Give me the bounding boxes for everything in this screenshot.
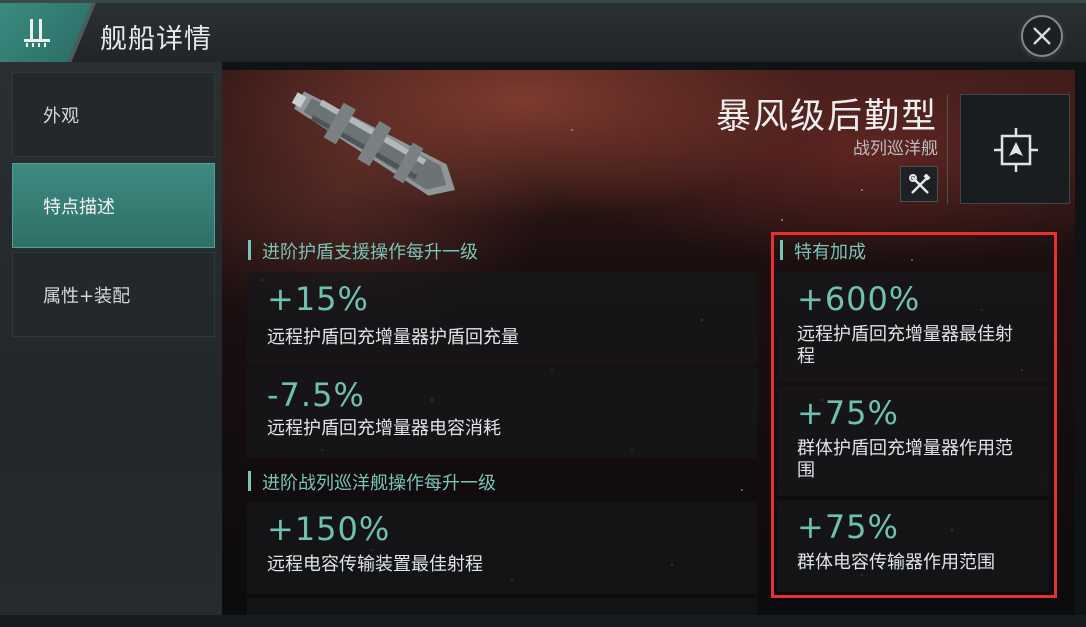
sidebar-item-label: 特点描述 xyxy=(43,196,115,218)
tools-icon xyxy=(909,174,931,194)
sidebar-item-traits[interactable]: 特点描述 xyxy=(12,163,215,248)
ship-logo-icon xyxy=(24,19,50,47)
ship-image xyxy=(291,91,455,196)
bonus-value: -7.5% xyxy=(267,376,365,414)
section-title: 进阶战列巡洋舰操作每升一级 xyxy=(248,469,496,495)
target-button[interactable] xyxy=(960,94,1070,204)
bonus-row-partial xyxy=(247,598,757,615)
bonus-desc: 远程电容传输装置最佳射程 xyxy=(267,554,483,575)
bonus-row: +15% 远程护盾回充增量器护盾回充量 xyxy=(247,272,757,365)
bonus-value: +150% xyxy=(267,510,391,548)
bonus-row: +150% 远程电容传输装置最佳射程 xyxy=(247,502,757,594)
role-bonus-highlight xyxy=(771,232,1057,598)
sidebar: 外观 特点描述 属性+装配 xyxy=(0,62,222,627)
close-icon xyxy=(1033,27,1051,45)
target-icon xyxy=(994,128,1038,172)
bonus-row: -7.5% 远程护盾回充增量器电容消耗 xyxy=(247,368,757,458)
page-title: 舰船详情 xyxy=(100,24,212,55)
close-button[interactable] xyxy=(1021,15,1063,57)
sidebar-item-attributes-fitting[interactable]: 属性+装配 xyxy=(12,252,215,337)
fitting-tools-button[interactable] xyxy=(900,166,938,202)
sidebar-item-label: 外观 xyxy=(43,105,79,127)
bonus-value: +15% xyxy=(267,280,369,318)
window-header: 舰船详情 xyxy=(0,0,1086,65)
ship-name: 暴风级后勤型 xyxy=(715,97,938,137)
sidebar-item-label: 属性+装配 xyxy=(43,285,131,307)
sidebar-item-appearance[interactable]: 外观 xyxy=(12,72,215,157)
main-panel: 暴风级后勤型 战列巡洋舰 进阶护盾支援操作每升一级 +15% 远程护盾回充增量器… xyxy=(222,70,1075,615)
ship-class: 战列巡洋舰 xyxy=(853,139,938,159)
bonus-desc: 远程护盾回充增量器护盾回充量 xyxy=(267,327,519,348)
bonus-desc: 远程护盾回充增量器电容消耗 xyxy=(267,418,501,439)
section-title: 进阶护盾支援操作每升一级 xyxy=(248,238,478,264)
